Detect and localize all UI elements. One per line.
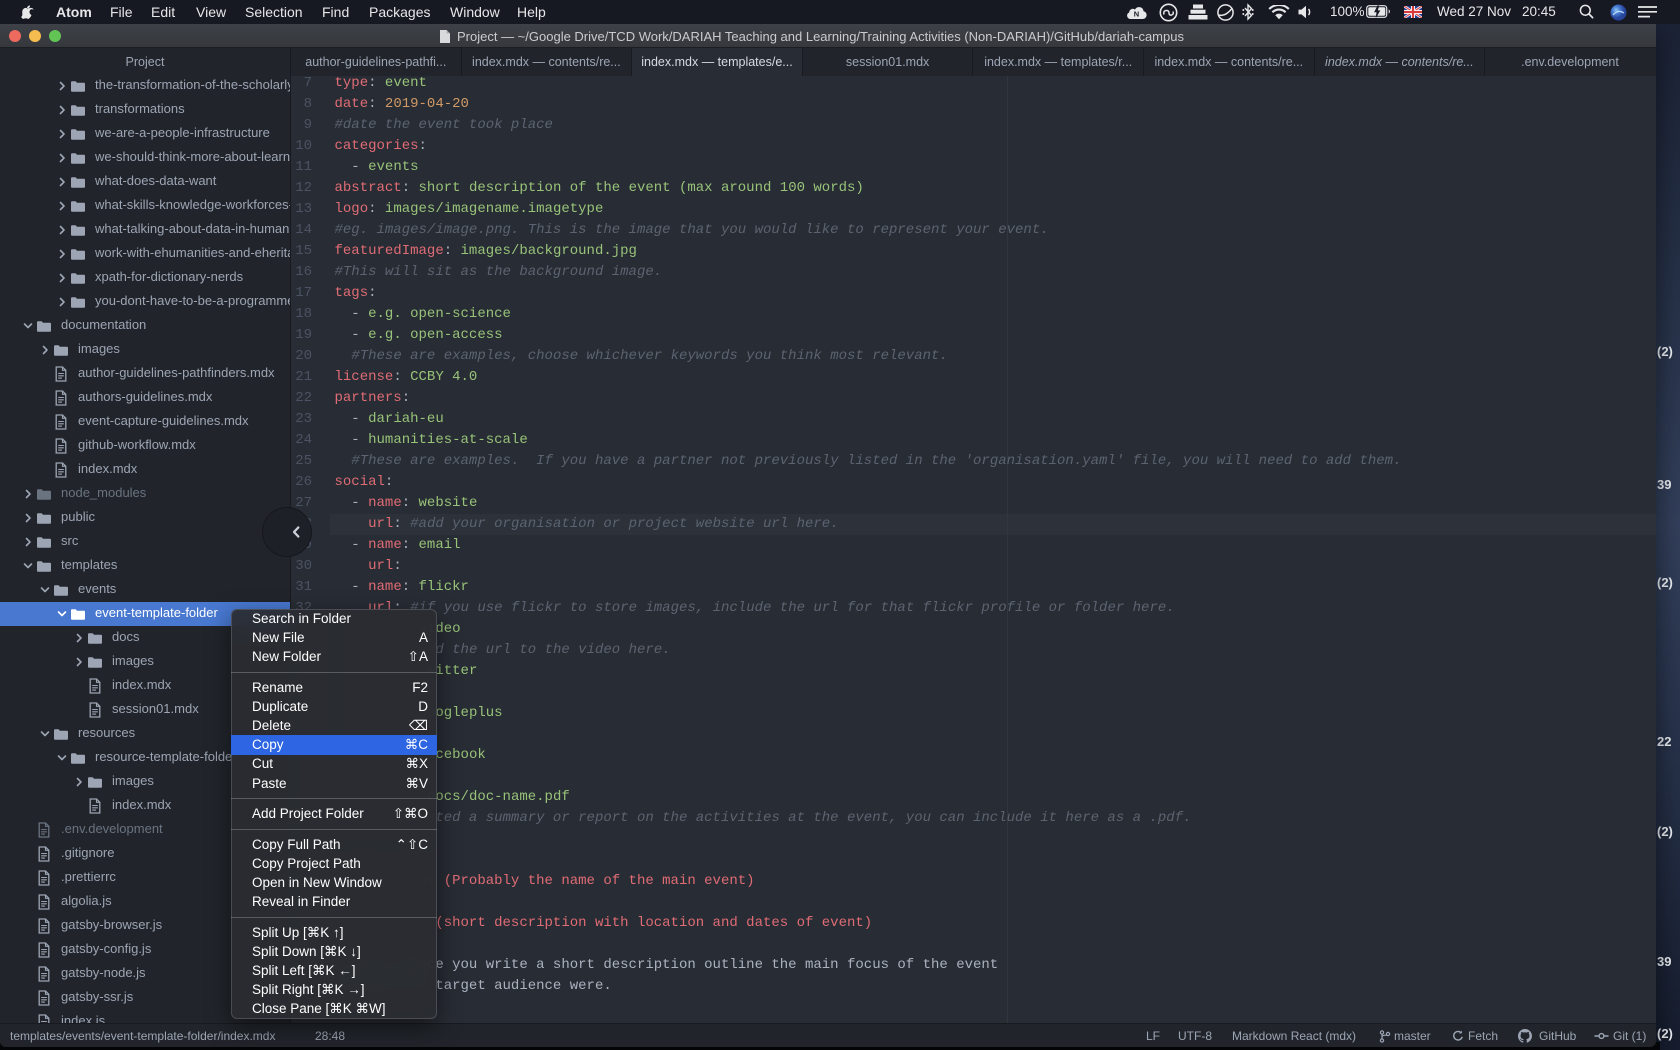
svg-text:N: N (1134, 10, 1139, 19)
